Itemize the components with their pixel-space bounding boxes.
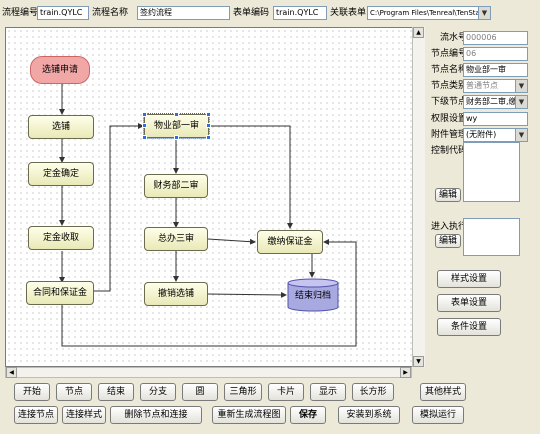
toolbar-display-button[interactable]: 显示	[310, 383, 346, 401]
enter-exec-label: 进入执行	[431, 222, 468, 232]
chevron-down-icon[interactable]: ▼	[478, 7, 490, 19]
chevron-down-icon[interactable]: ▼	[515, 96, 527, 108]
resize-handle[interactable]	[142, 135, 147, 140]
install-to-system-button[interactable]: 安装到系统	[338, 406, 400, 424]
chevron-down-icon[interactable]: ▼	[515, 129, 527, 141]
horizontal-scrollbar[interactable]: ◀ ▶	[5, 367, 412, 378]
edit-enter-exec-button[interactable]: 编辑	[435, 234, 461, 248]
save-button[interactable]: 保存	[290, 406, 326, 424]
toolbar-card-button[interactable]: 卡片	[268, 383, 304, 401]
linked-form-value: C:\Program Files\Tenreal\TenStar_TS_QJB\	[370, 9, 490, 17]
process-name-label: 流程名称	[92, 8, 129, 18]
delete-node-and-connection-button[interactable]: 删除节点和连接	[110, 406, 202, 424]
node-type-label: 节点类别	[431, 81, 468, 91]
node-6[interactable]: 财务部二审	[144, 174, 208, 198]
resize-handle[interactable]	[142, 123, 147, 128]
form-id-label: 表单编码	[233, 8, 270, 18]
scroll-down-icon[interactable]: ▼	[413, 356, 424, 367]
simulate-run-button[interactable]: 模拟运行	[412, 406, 464, 424]
perm-label: 权限设置	[431, 114, 468, 124]
node-start[interactable]: 选铺申请	[30, 56, 90, 84]
process-id-label: 流程编号	[2, 8, 39, 18]
resize-handle[interactable]	[206, 123, 211, 128]
resize-handle[interactable]	[206, 112, 211, 117]
connector	[93, 123, 144, 292]
serial-field[interactable]: 000006	[463, 31, 528, 45]
form-id-field[interactable]: train.QYLC	[273, 6, 327, 20]
node-1[interactable]: 选铺	[28, 115, 94, 139]
regenerate-flowchart-button[interactable]: 重新生成流程图	[212, 406, 286, 424]
resize-handle[interactable]	[174, 112, 179, 117]
resize-handle[interactable]	[174, 135, 179, 140]
node-name-field[interactable]: 物业部一审	[463, 63, 528, 77]
attach-label: 附件管理	[431, 130, 468, 140]
form-settings-button[interactable]: 表单设置	[437, 294, 501, 312]
toolbar-node-button[interactable]: 节点	[56, 383, 92, 401]
connect-style-button[interactable]: 连接样式	[62, 406, 106, 424]
next-node-label: 下级节点	[431, 97, 468, 107]
style-settings-button[interactable]: 样式设置	[437, 270, 501, 288]
node-9[interactable]: 缴纳保证金	[257, 230, 323, 254]
toolbar-branch-button[interactable]: 分支	[140, 383, 176, 401]
node-type-value: 普通节点	[466, 81, 498, 90]
node-8[interactable]: 撤销选铺	[144, 282, 208, 306]
node-no-field[interactable]: 06	[463, 47, 528, 61]
node-3[interactable]: 定金收取	[28, 226, 94, 250]
control-code-label: 控制代码	[431, 146, 468, 156]
control-code-textarea[interactable]	[463, 142, 520, 202]
toolbar-start-button[interactable]: 开始	[14, 383, 50, 401]
node-end[interactable]: 结束归档	[287, 278, 339, 312]
node-4[interactable]: 合同和保证金	[26, 281, 94, 305]
node-end-label: 结束归档	[294, 291, 331, 301]
connector	[208, 125, 293, 229]
process-name-field[interactable]: 签约流程	[137, 6, 230, 20]
process-id-field[interactable]: train.QYLC	[37, 6, 89, 20]
toolbar-rectangle-button[interactable]: 长方形	[352, 383, 394, 401]
connector	[207, 291, 287, 298]
attach-select[interactable]: (无附件) ▼	[463, 128, 528, 142]
vertical-scrollbar[interactable]: ▲ ▼	[412, 27, 425, 367]
node-2[interactable]: 定金确定	[28, 162, 94, 186]
chevron-down-icon[interactable]: ▼	[515, 80, 527, 92]
next-node-select[interactable]: 财务部二审,缴 ▼	[463, 95, 528, 109]
resize-handle[interactable]	[142, 112, 147, 117]
node-type-select[interactable]: 普通节点 ▼	[463, 79, 528, 93]
edit-control-code-button[interactable]: 编辑	[435, 188, 461, 202]
connect-nodes-button[interactable]: 连接节点	[14, 406, 58, 424]
toolbar-circle-button[interactable]: 圆	[182, 383, 218, 401]
attach-value: (无附件)	[466, 130, 497, 139]
perm-field[interactable]: wy	[463, 112, 528, 126]
node-no-label: 节点编号	[431, 49, 468, 59]
toolbar-triangle-button[interactable]: 三角形	[224, 383, 262, 401]
resize-handle[interactable]	[206, 135, 211, 140]
connector	[207, 238, 256, 245]
next-node-value: 财务部二审,缴	[466, 97, 517, 106]
toolbar-other-styles-button[interactable]: 其他样式	[420, 383, 466, 401]
scroll-up-icon[interactable]: ▲	[413, 27, 424, 38]
condition-settings-button[interactable]: 条件设置	[437, 318, 501, 336]
enter-exec-textarea[interactable]	[463, 218, 520, 256]
linked-form-label: 关联表单	[330, 8, 367, 18]
scroll-left-icon[interactable]: ◀	[6, 367, 17, 378]
toolbar-end-button[interactable]: 结束	[98, 383, 134, 401]
scroll-right-icon[interactable]: ▶	[400, 367, 411, 378]
node-name-label: 节点名称	[431, 65, 468, 75]
linked-form-select[interactable]: C:\Program Files\Tenreal\TenStar_TS_QJB\…	[367, 6, 491, 20]
node-7[interactable]: 总办三审	[144, 227, 208, 251]
flow-canvas[interactable]: 选铺申请 选铺 定金确定 定金收取 合同和保证金 物业部一审 财务部二审 总办三…	[5, 27, 425, 367]
